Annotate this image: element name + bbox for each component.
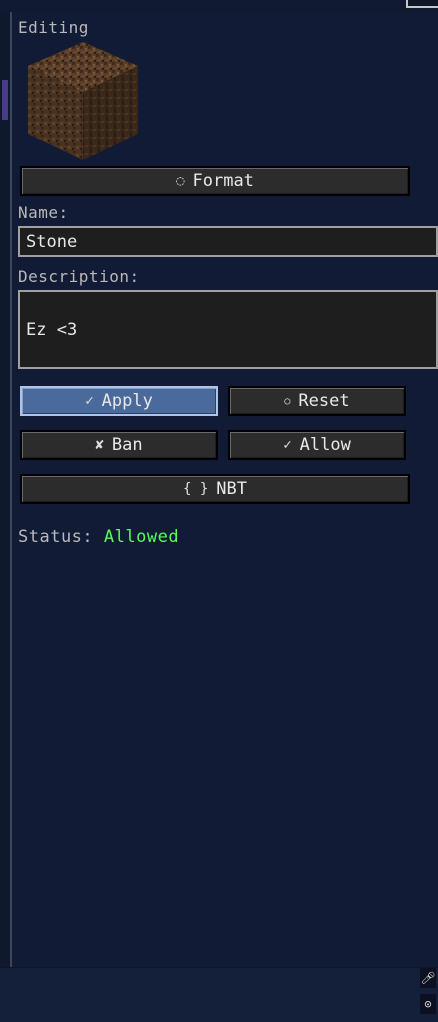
palette-icon: ◌ — [176, 173, 185, 189]
nbt-button-label: NBT — [216, 479, 247, 499]
dirt-block-icon — [28, 42, 138, 160]
allow-button-label: Allow — [299, 435, 351, 455]
name-label: Name: — [18, 203, 69, 222]
allow-button[interactable]: ✓ Allow — [228, 430, 406, 460]
apply-button[interactable]: ✓ Apply — [20, 386, 218, 416]
editing-label: Editing — [18, 18, 89, 37]
bottom-bar: 🎤︎ ⊙ — [0, 967, 438, 1022]
format-button[interactable]: ◌ Format — [20, 166, 410, 196]
nbt-button[interactable]: { } NBT — [20, 474, 410, 504]
description-label: Description: — [18, 267, 140, 286]
check-icon: ✓ — [283, 437, 292, 453]
checkmark-icon: ✓ — [85, 393, 94, 409]
braces-icon: { } — [182, 481, 209, 497]
description-text: Ez <3 — [26, 319, 78, 340]
settings-icon[interactable]: ⊙ — [420, 994, 436, 1014]
apply-button-label: Apply — [101, 391, 153, 411]
microphone-icon[interactable]: 🎤︎ — [420, 968, 436, 988]
reset-button-label: Reset — [298, 391, 350, 411]
description-textarea[interactable]: Ez <3 — [18, 290, 438, 369]
status-label: Status: — [18, 527, 94, 547]
name-input[interactable] — [18, 226, 438, 257]
reset-button[interactable]: ○ Reset — [228, 386, 406, 416]
editor-screen: Editing ◌ Format Name: Stone Description… — [0, 0, 438, 1022]
reset-icon: ○ — [284, 395, 291, 407]
status-value: Allowed — [103, 527, 180, 547]
ban-button[interactable]: ✘ Ban — [20, 430, 218, 460]
format-button-label: Format — [192, 171, 254, 191]
status-line: Status: Allowed — [18, 527, 179, 547]
left-rail-tab-indicator[interactable] — [2, 80, 8, 120]
top-right-widget[interactable] — [406, 0, 438, 8]
cross-icon: ✘ — [95, 437, 104, 453]
left-rail — [0, 12, 12, 967]
ban-button-label: Ban — [111, 435, 143, 455]
